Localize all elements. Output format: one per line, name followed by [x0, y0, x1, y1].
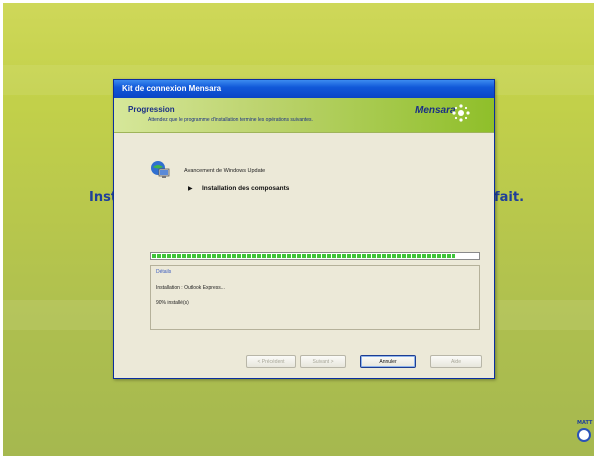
current-step-arrow-icon: ▶ [188, 185, 193, 192]
header-title: Progression [128, 105, 175, 114]
header-band: Progression Attendez que le programme d'… [114, 98, 494, 133]
previous-button[interactable]: < Précédent [246, 355, 296, 368]
computer-globe-icon [151, 161, 170, 178]
details-title: Détails [156, 269, 172, 275]
details-box: Détails Installation : Outlook Express..… [150, 265, 480, 330]
corner-logo: MATT [577, 420, 595, 448]
header-subtitle: Attendez que le programme d'installation… [148, 117, 313, 123]
details-line-1: Installation : Outlook Express... [156, 285, 225, 291]
cancel-button[interactable]: Annuler [360, 355, 416, 368]
progress-fill [152, 254, 456, 258]
corner-logo-icon [577, 428, 591, 442]
window-title[interactable]: Kit de connexion Mensara [114, 80, 494, 98]
installer-window: Kit de connexion Mensara Progression Att… [113, 79, 495, 379]
details-line-2: 90% installé(s) [156, 300, 189, 306]
brand-sparkle-icon [452, 104, 470, 122]
next-button[interactable]: Suivant > [300, 355, 346, 368]
background-message-right: fait. [494, 190, 525, 205]
progress-bar [150, 252, 480, 260]
help-button[interactable]: Aide [430, 355, 482, 368]
corner-logo-label: MATT [577, 420, 593, 426]
step-title: Avancement de Windows Update [184, 168, 266, 174]
current-step-label: Installation des composants [202, 185, 290, 192]
